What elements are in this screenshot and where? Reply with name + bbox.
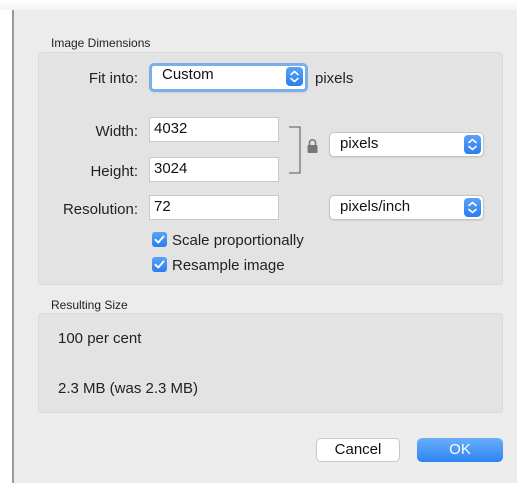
resulting-percent: 100 per cent bbox=[58, 330, 142, 347]
window-top-edge bbox=[0, 0, 517, 10]
height-field[interactable]: 3024 bbox=[149, 157, 279, 182]
resulting-size-group bbox=[38, 313, 503, 413]
chevron-up-down-icon bbox=[286, 67, 303, 86]
resolution-unit-value: pixels/inch bbox=[340, 198, 411, 215]
checkmark-icon bbox=[152, 257, 167, 272]
fit-into-value: Custom bbox=[162, 66, 214, 83]
fit-into-popup[interactable]: Custom bbox=[149, 63, 308, 92]
fit-into-label: Fit into: bbox=[88, 70, 138, 87]
image-size-dialog: Image Dimensions Fit into: Custom pixels… bbox=[12, 10, 517, 483]
size-unit-popup[interactable]: pixels bbox=[329, 132, 484, 157]
ok-button[interactable]: OK bbox=[417, 438, 503, 462]
resulting-size-title: Resulting Size bbox=[51, 298, 128, 312]
resolution-label: Resolution: bbox=[62, 201, 138, 218]
resolution-unit-popup[interactable]: pixels/inch bbox=[329, 195, 484, 220]
image-dimensions-title: Image Dimensions bbox=[51, 36, 151, 50]
checkmark-icon bbox=[152, 232, 167, 247]
chevron-up-down-icon bbox=[464, 198, 481, 217]
scale-proportionally-label: Scale proportionally bbox=[172, 232, 304, 249]
width-field[interactable]: 4032 bbox=[149, 117, 279, 142]
resolution-field[interactable]: 72 bbox=[149, 195, 279, 220]
resample-image-label: Resample image bbox=[172, 257, 285, 274]
lock-icon[interactable] bbox=[306, 138, 319, 159]
chevron-up-down-icon bbox=[464, 135, 481, 154]
height-label: Height: bbox=[90, 163, 138, 180]
cancel-button[interactable]: Cancel bbox=[316, 438, 400, 462]
fit-into-unit: pixels bbox=[315, 70, 354, 87]
resulting-file-size: 2.3 MB (was 2.3 MB) bbox=[58, 380, 199, 397]
size-unit-value: pixels bbox=[340, 135, 379, 152]
scale-proportionally-checkbox[interactable]: Scale proportionally bbox=[152, 232, 304, 249]
width-label: Width: bbox=[95, 123, 138, 140]
resample-image-checkbox[interactable]: Resample image bbox=[152, 257, 285, 274]
